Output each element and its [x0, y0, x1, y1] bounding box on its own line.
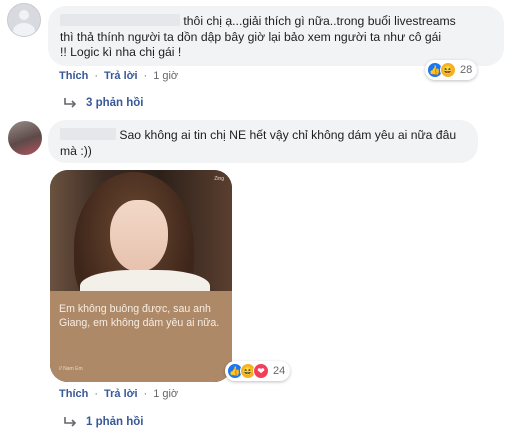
image-watermark: Zing: [214, 176, 224, 182]
comment-bubble: Sao không ai tin chị NE hết vậy chỉ khôn…: [48, 120, 478, 163]
comment-actions: Thích · Trả lời · 1 giờ: [59, 388, 179, 400]
commenter-avatar[interactable]: [7, 3, 41, 37]
view-replies-link[interactable]: 1 phản hồi: [64, 416, 144, 428]
replies-label: 3 phản hồi: [86, 97, 144, 109]
comment-text-line: Sao không ai tin chị NE hết vậy chỉ khôn…: [60, 128, 466, 144]
commenter-avatar[interactable]: [8, 121, 42, 155]
reaction-count: 24: [273, 365, 286, 377]
comment-text-line: thôi chị ạ...giải thích gì nữa..trong bu…: [60, 14, 492, 30]
love-icon: ❤: [253, 363, 269, 379]
comment-actions: Thích · Trả lời · 1 giờ: [59, 70, 179, 82]
commenter-name-redacted[interactable]: [60, 14, 180, 26]
reply-link[interactable]: Trả lời: [104, 70, 138, 82]
comment-text-line: thì thả thính người ta dồn dập bây giờ l…: [60, 29, 442, 44]
comment-text-line: !! Logic kì nha chị gái !: [60, 45, 182, 60]
replies-label: 1 phản hồi: [86, 416, 144, 428]
reply-arrow-icon: [64, 98, 76, 108]
image-caption: Em không buông được, sau anh Giang, em k…: [59, 303, 220, 329]
haha-icon: 😆: [440, 62, 456, 78]
comment-text-line: mà :)): [60, 143, 92, 158]
like-link[interactable]: Thích: [59, 388, 88, 400]
image-caption-box: Em không buông được, sau anh Giang, em k…: [50, 291, 232, 382]
view-replies-link[interactable]: 3 phản hồi: [64, 97, 144, 109]
reaction-summary[interactable]: 👍 😆 ❤ 24: [225, 361, 291, 381]
like-link[interactable]: Thích: [59, 70, 88, 82]
reply-link[interactable]: Trả lời: [104, 388, 138, 400]
reaction-summary[interactable]: 👍 😆 28: [425, 60, 478, 80]
commenter-name-redacted[interactable]: [60, 128, 116, 140]
reaction-count: 28: [460, 64, 473, 76]
reply-arrow-icon: [64, 417, 76, 427]
photo-face: [110, 200, 168, 272]
comment-image[interactable]: Zing Em không buông được, sau anh Giang,…: [50, 170, 232, 382]
image-credit: // Nam Em: [59, 366, 83, 372]
comment-time[interactable]: 1 giờ: [153, 70, 178, 82]
comment-bubble: thôi chị ạ...giải thích gì nữa..trong bu…: [48, 6, 504, 66]
comment-time[interactable]: 1 giờ: [153, 388, 178, 400]
